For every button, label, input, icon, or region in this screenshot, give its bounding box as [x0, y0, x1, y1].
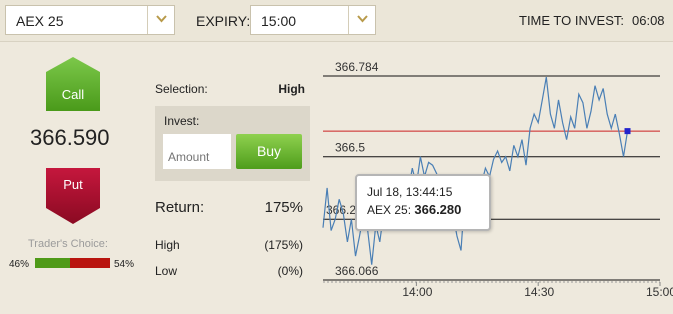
traders-choice-put-bar — [70, 258, 110, 268]
selection-value: High — [278, 82, 305, 96]
time-to-invest-label: TIME TO INVEST: — [519, 13, 624, 28]
expiry-label: EXPIRY: — [196, 13, 251, 29]
payout-high-value: (175%) — [264, 238, 303, 252]
payout-low-label: Low — [155, 264, 178, 278]
tooltip-value: 366.280 — [414, 202, 462, 217]
expiry-dropdown-arrow[interactable] — [348, 6, 375, 34]
x-tick-label: 14:30 — [524, 285, 554, 299]
asset-dropdown-arrow[interactable] — [147, 6, 174, 34]
tooltip-series-label: AEX 25: — [367, 203, 412, 217]
amount-input[interactable] — [163, 134, 231, 169]
chevron-down-icon — [357, 15, 368, 23]
time-to-invest-value: 06:08 — [632, 13, 665, 28]
y-tick-label: 366.066 — [335, 264, 379, 278]
chevron-down-icon — [156, 15, 167, 23]
tooltip-value-line: AEX 25: 366.280 — [367, 202, 489, 217]
call-arrow-shape — [46, 57, 100, 111]
asset-select[interactable]: AEX 25 — [5, 5, 175, 35]
traders-choice-call-pct: 46% — [9, 259, 30, 270]
traders-choice-call-bar — [35, 258, 70, 268]
selection-label: Selection: — [155, 82, 208, 96]
direction-panel: Call 366.590 Put Trader's Choice: 46% 54… — [0, 42, 145, 309]
traders-choice-label: Trader's Choice: — [28, 238, 108, 250]
asset-select-value: AEX 25 — [16, 13, 64, 29]
buy-button[interactable]: Buy — [236, 134, 302, 169]
invest-box: Invest: Buy — [155, 106, 310, 181]
return-label: Return: — [155, 199, 205, 216]
chart-tooltip: Jul 18, 13:44:15 AEX 25: 366.280 — [355, 174, 491, 231]
tooltip-datetime: Jul 18, 13:44:15 — [367, 185, 453, 199]
call-button-label: Call — [61, 87, 85, 102]
top-bar: AEX 25 EXPIRY: 15:00 TIME TO INVEST: 06:… — [0, 0, 673, 42]
traders-choice-put-pct: 54% — [114, 259, 135, 270]
payout-low-value: (0%) — [277, 264, 303, 278]
last-price-marker — [624, 128, 631, 135]
current-price: 366.590 — [30, 125, 110, 150]
y-tick-label: 366.784 — [335, 60, 379, 74]
return-value: 175% — [264, 199, 303, 216]
invest-label: Invest: — [164, 114, 200, 128]
expiry-select-value: 15:00 — [261, 13, 297, 29]
x-tick-label: 15:00 — [646, 285, 673, 299]
expiry-select[interactable]: 15:00 — [250, 5, 376, 35]
x-tick-label: 14:00 — [402, 285, 432, 299]
call-button[interactable]: Call — [46, 57, 100, 111]
y-tick-label: 366.5 — [335, 141, 365, 155]
trading-widget: AEX 25 EXPIRY: 15:00 TIME TO INVEST: 06:… — [0, 0, 673, 309]
put-button-label: Put — [63, 177, 83, 192]
payout-high-label: High — [155, 238, 180, 252]
trade-panel: Selection: High Invest: Buy Return: 175%… — [145, 42, 315, 309]
put-button[interactable]: Put — [46, 168, 100, 224]
